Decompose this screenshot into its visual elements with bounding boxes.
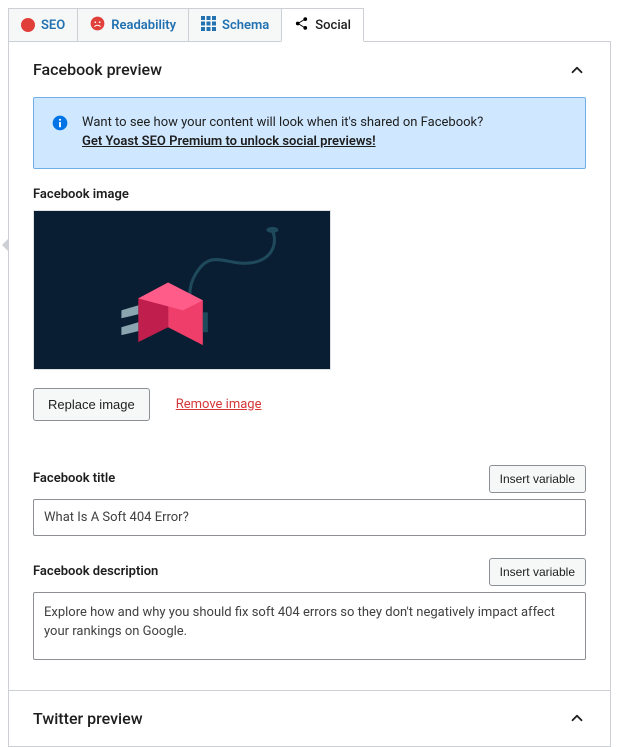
plug-illustration <box>34 211 330 370</box>
section-title: Facebook preview <box>33 60 162 79</box>
tab-readability[interactable]: Readability <box>77 8 189 42</box>
facebook-description-row: Facebook description Insert variable <box>9 558 610 592</box>
facebook-section-header[interactable]: Facebook preview <box>9 42 610 97</box>
share-icon <box>294 16 309 35</box>
section-title: Twitter preview <box>33 709 143 728</box>
tablist: SEO Readability Schema Social <box>0 0 619 42</box>
status-dot-red <box>21 18 35 32</box>
replace-image-button[interactable]: Replace image <box>33 388 150 421</box>
insert-variable-button[interactable]: Insert variable <box>489 465 586 493</box>
notice-text: Want to see how your content will look w… <box>82 115 483 130</box>
chevron-up-icon <box>568 61 586 79</box>
remove-image-link[interactable]: Remove image <box>176 397 262 412</box>
facebook-description-label: Facebook description <box>33 564 158 579</box>
notice-body: Want to see how your content will look w… <box>82 114 483 152</box>
tab-label: Readability <box>111 18 176 33</box>
chevron-up-icon <box>568 709 586 727</box>
panel-caret <box>2 238 9 252</box>
facebook-title-input[interactable] <box>33 499 586 536</box>
facebook-title-row: Facebook title Insert variable <box>9 465 610 499</box>
facebook-title-label: Facebook title <box>33 471 115 486</box>
premium-notice: Want to see how your content will look w… <box>33 97 586 169</box>
tab-label: Schema <box>222 18 269 33</box>
grid-icon <box>201 16 216 35</box>
facebook-image-preview <box>33 210 331 370</box>
tab-seo[interactable]: SEO <box>8 8 78 42</box>
social-panel: Facebook preview Want to see how your co… <box>8 41 611 747</box>
tab-schema[interactable]: Schema <box>188 8 282 42</box>
tab-label: Social <box>315 18 351 33</box>
info-icon <box>52 115 68 152</box>
premium-link[interactable]: Get Yoast SEO Premium to unlock social p… <box>82 134 376 149</box>
facebook-image-label: Facebook image <box>33 187 586 210</box>
tab-social[interactable]: Social <box>281 8 364 42</box>
sad-face-icon <box>90 16 105 35</box>
facebook-description-input[interactable] <box>33 592 586 660</box>
insert-variable-button[interactable]: Insert variable <box>489 558 586 586</box>
twitter-section-header[interactable]: Twitter preview <box>9 691 610 746</box>
tab-label: SEO <box>41 18 65 33</box>
